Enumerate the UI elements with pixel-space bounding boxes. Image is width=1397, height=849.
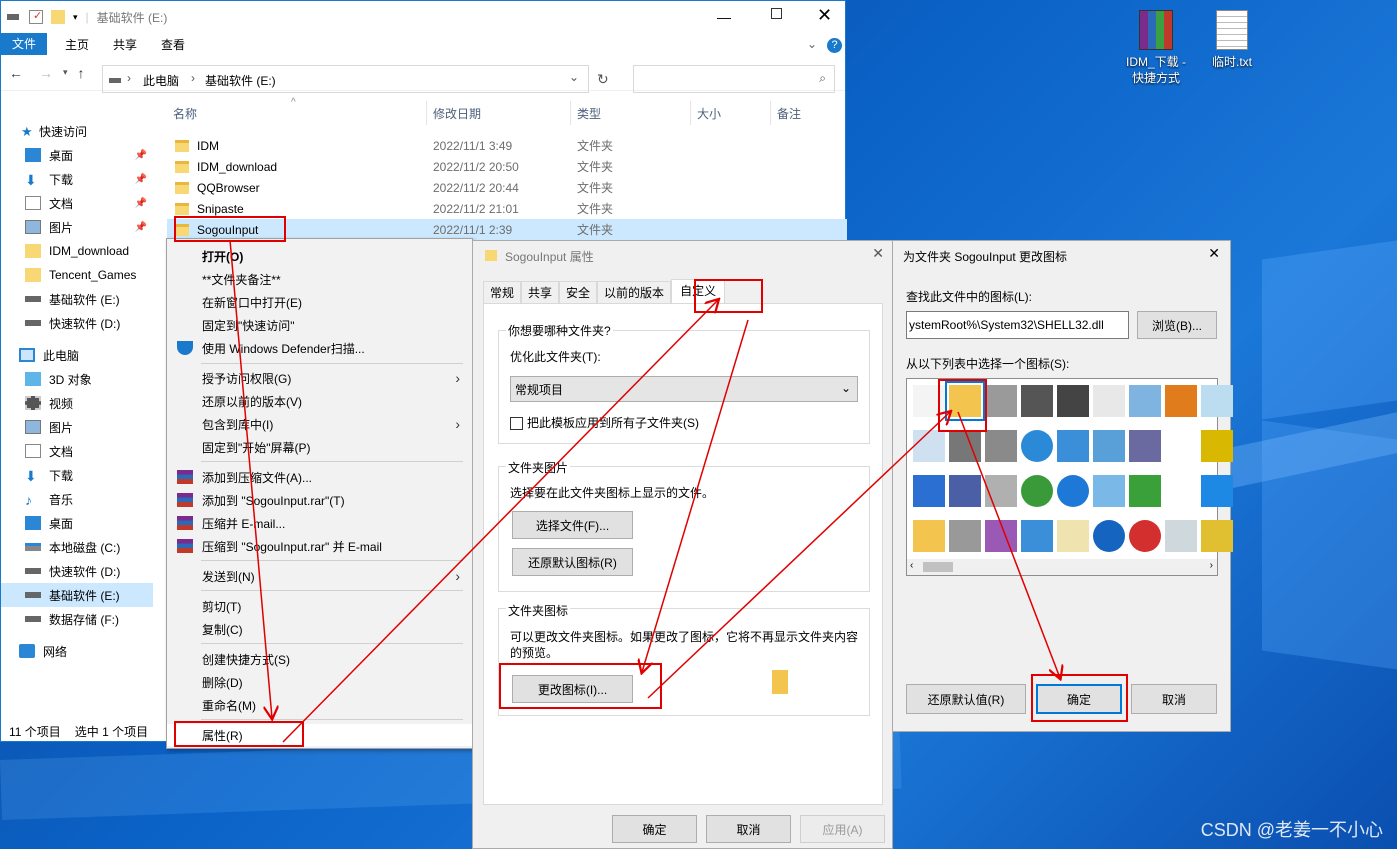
annotation-arrows <box>229 239 1397 743</box>
arrow-to-properties <box>229 239 272 718</box>
arrow-to-ok <box>957 411 1060 678</box>
arrow-to-folder-icon <box>647 412 950 699</box>
watermark: CSDN @老姜一不小心 <box>1200 820 1383 840</box>
arrow-to-customize <box>282 300 718 743</box>
